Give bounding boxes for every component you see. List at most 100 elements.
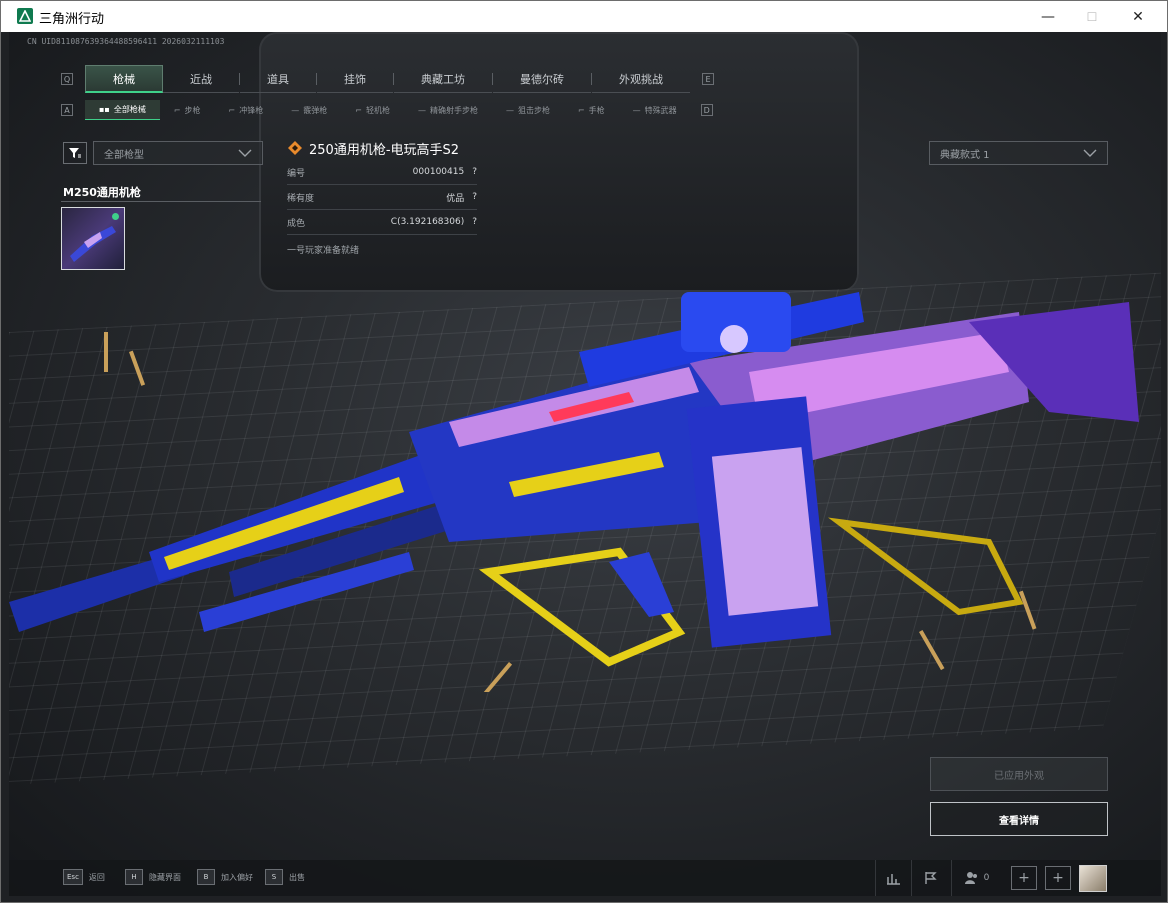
gun-type-dropdown-value: 全部枪型 [104,149,144,161]
view-details-button[interactable]: 查看详情 [930,802,1108,836]
game-window: 三角洲行动 — ☐ ✕ CN UID811087639364488596411 … [0,0,1168,903]
weapon-category-tabs: A ▪▪ 全部枪械 ⌐ 步枪 ⌐ 冲锋枪 — 霰弹枪 ⌐ 轻机枪 — 精确射手步枪 — 狙击… [61,100,713,120]
subtab-shotgun[interactable]: — 霰弹枪 [277,100,341,120]
info-label: 稀有度 [287,193,315,204]
weapon-thumbnail-icon [70,226,116,262]
tab-melee[interactable]: 近战 [163,65,239,93]
add-slot-button[interactable]: + [1011,866,1037,890]
subtab-label: 狙击步枪 [517,105,550,115]
subtab-label: 霰弹枪 [303,105,328,115]
main-tabs: Q 枪械 近战 道具 挂饰 典藏工坊 曼德尔砖 外观挑战 E [61,64,714,94]
flag-button[interactable] [911,860,947,896]
subtab-label: 手枪 [588,105,605,115]
subtab-label: 特殊武器 [644,105,677,115]
shotgun-icon: — [291,105,300,115]
title-bar: 三角洲行动 — ☐ ✕ [1,1,1167,32]
tab-collection-workshop[interactable]: 典藏工坊 [394,65,492,93]
skin-description: 一号玩家准备就绪 [287,246,360,256]
subtab-label: 步枪 [184,105,201,115]
help-icon[interactable]: ? [472,167,477,177]
tab-left-key[interactable]: Q [61,73,73,85]
tab-mandel-brick[interactable]: 曼德尔砖 [493,65,591,93]
chevron-down-icon [1083,149,1097,157]
subtab-label: 精确射手步枪 [429,105,478,115]
subtab-all-firearms[interactable]: ▪▪ 全部枪械 [85,100,160,120]
hint-hide-ui[interactable]: H 隐藏界面 [125,869,181,885]
filter-button[interactable] [63,142,87,164]
pistol-icon: ⌐ [577,105,585,115]
style-dropdown[interactable]: 典藏款式 1 [929,141,1108,165]
applied-appearance-button[interactable]: 已应用外观 [930,757,1108,791]
hint-label: 隐藏界面 [149,872,181,882]
tab-appearance-challenge[interactable]: 外观挑战 [592,65,690,93]
skin-info-panel: 250通用机枪-电玩高手S2 编号 000100415? 稀有度 优品? 成色 … [287,136,477,256]
key-cap: S [265,869,283,885]
plus-icon: + [1052,870,1064,886]
gun-type-title: M250通用机枪 [63,186,141,199]
flag-icon [924,872,937,884]
info-value: 000100415 [412,167,465,177]
info-value: 优品 [446,193,465,204]
subtab-label: 冲锋枪 [239,105,264,115]
key-cap: B [197,869,215,885]
subtab-label: 全部枪械 [113,105,146,114]
avatar[interactable] [1079,865,1107,892]
divider [61,201,261,202]
info-value: C(3.192168306) [390,217,465,227]
help-icon[interactable]: ? [472,192,477,202]
info-row-wear: 成色 C(3.192168306)? [287,210,477,235]
special-weapon-icon: — [632,105,641,115]
subtab-sniper[interactable]: — 狙击步枪 [492,100,564,120]
subtab-label: 轻机枪 [365,105,390,115]
subtab-smg[interactable]: ⌐ 冲锋枪 [215,100,278,120]
grid-icon: ▪▪ [99,105,110,114]
dmr-icon: — [417,105,426,115]
hint-back[interactable]: Esc 返回 [63,869,105,885]
maximize-button[interactable]: ☐ [1069,1,1115,32]
weapon-render [9,292,1139,692]
window-title: 三角洲行动 [39,12,105,27]
subtab-left-key[interactable]: A [61,104,73,116]
tab-right-key[interactable]: E [702,73,714,85]
info-row-rarity: 稀有度 优品? [287,185,477,210]
game-viewport: CN UID811087639364488596411 202603211110… [9,32,1161,896]
lmg-icon: ⌐ [355,105,362,115]
add-slot-button[interactable]: + [1045,866,1071,890]
subtab-dmr[interactable]: — 精确射手步枪 [404,100,492,120]
bottom-bar: Esc 返回 H 隐藏界面 B 加入偏好 S 出售 0 + + [9,860,1161,896]
info-row-serial: 编号 000100415? [287,160,477,185]
close-button[interactable]: ✕ [1115,1,1161,32]
hint-label: 返回 [88,872,105,882]
subtab-right-key[interactable]: D [700,104,713,116]
tab-charms[interactable]: 挂饰 [317,65,393,93]
skin-thumbnail[interactable] [61,207,125,270]
rarity-diamond-icon [288,141,302,155]
weapon-barrel [9,452,459,632]
subtab-pistol[interactable]: ⌐ 手枪 [564,100,619,120]
help-icon[interactable]: ? [472,217,477,227]
subtab-special[interactable]: — 特殊武器 [619,100,691,120]
subtab-lmg[interactable]: ⌐ 轻机枪 [341,100,404,120]
sniper-icon: — [505,105,514,115]
subtab-rifle[interactable]: ⌐ 步枪 [160,100,215,120]
tab-items[interactable]: 道具 [240,65,316,93]
friends-count: 0 [983,873,990,883]
key-cap: Esc [63,869,83,885]
stats-button[interactable] [875,860,911,896]
skin-name: 250通用机枪-电玩高手S2 [309,142,460,158]
chevron-down-icon [238,149,252,157]
smg-icon: ⌐ [228,105,236,115]
hint-add-favorite[interactable]: B 加入偏好 [197,869,253,885]
skin-title: 250通用机枪-电玩高手S2 [287,136,477,160]
tab-firearms[interactable]: 枪械 [85,65,163,93]
hint-sell[interactable]: S 出售 [265,869,305,885]
minimize-button[interactable]: — [1025,1,1071,32]
bar-chart-icon [886,874,900,885]
hint-label: 加入偏好 [221,872,253,882]
info-label: 成色 [287,218,306,229]
gun-type-dropdown[interactable]: 全部枪型 [93,141,263,165]
key-cap: H [125,869,143,885]
friends-button[interactable]: 0 [951,860,1001,896]
plus-icon: + [1018,870,1030,886]
friends-icon [964,872,977,884]
